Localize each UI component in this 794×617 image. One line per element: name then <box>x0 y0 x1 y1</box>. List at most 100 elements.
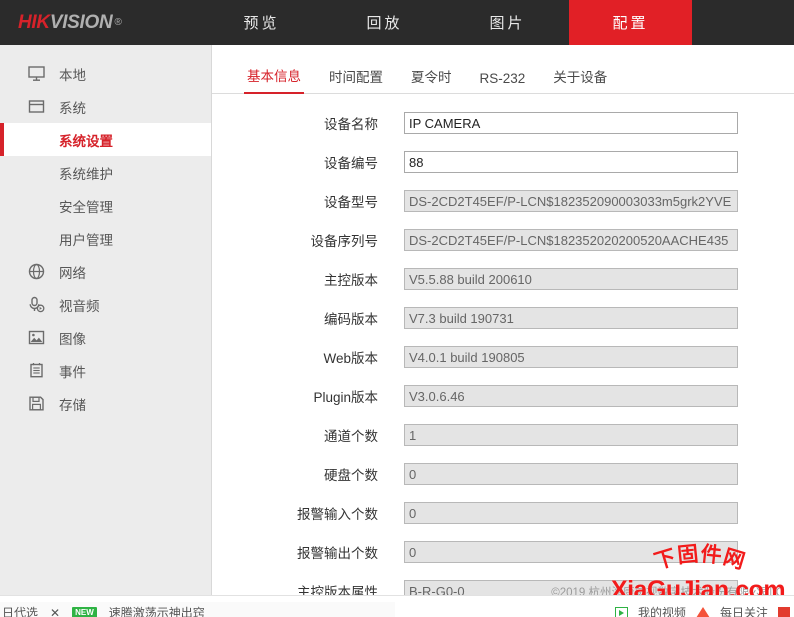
app-header: HIK VISION ® 预览 回放 图片 配置 <box>0 0 794 45</box>
window-icon <box>25 96 47 118</box>
sidebar-item-system-label: 系统 <box>59 100 86 116</box>
picture-icon <box>25 327 47 349</box>
notepad-icon <box>25 360 47 382</box>
bottom-strip-right: 我的视频 每日关注 <box>614 604 794 617</box>
label-alarm-out-count: 报警输出个数 <box>297 546 378 561</box>
content-panel: 基本信息 时间配置 夏令时 RS-232 关于设备 设备名称 设备编号 设备型号 <box>212 45 794 617</box>
basic-info-form: 设备名称 设备编号 设备型号 设备序列号 主控版本 <box>212 94 794 617</box>
form-row-hdd-count: 硬盘个数 <box>212 459 794 489</box>
tab-dst-label: 夏令时 <box>411 70 452 85</box>
device-name-input[interactable] <box>404 112 738 134</box>
sidebar-item-image[interactable]: 图像 <box>0 321 211 354</box>
red-square-icon[interactable] <box>778 606 790 617</box>
bottom-strip-left-text2[interactable]: 速腾激荡示神出窍 <box>109 604 205 617</box>
globe-icon <box>25 261 47 283</box>
bottom-strip-left: 日代选 ✕ NEW 速腾激荡示神出窍 <box>0 601 395 617</box>
label-plugin-version: Plugin版本 <box>313 390 378 405</box>
label-device-no: 设备编号 <box>324 156 378 171</box>
alarm-out-count-input <box>404 541 738 563</box>
sidebar-item-event-label: 事件 <box>59 364 86 380</box>
form-row-serial-number: 设备序列号 <box>212 225 794 255</box>
sidebar-item-network[interactable]: 网络 <box>0 255 211 288</box>
form-row-firmware-version: 主控版本 <box>212 264 794 294</box>
tab-basic-info-label: 基本信息 <box>247 69 301 84</box>
form-row-web-version: Web版本 <box>212 342 794 372</box>
device-no-input[interactable] <box>404 151 738 173</box>
web-version-input <box>404 346 738 368</box>
sidebar-item-storage-label: 存储 <box>59 397 86 413</box>
encoding-version-input <box>404 307 738 329</box>
sidebar-item-local[interactable]: 本地 <box>0 57 211 90</box>
my-videos-link[interactable]: 我的视频 <box>638 604 686 617</box>
plugin-version-input <box>404 385 738 407</box>
main-nav: 预览 回放 图片 配置 <box>200 0 794 45</box>
sidebar-item-local-label: 本地 <box>59 67 86 83</box>
label-serial-number: 设备序列号 <box>310 234 379 249</box>
sidebar-item-security-management-label: 安全管理 <box>59 199 113 215</box>
form-row-device-no: 设备编号 <box>212 147 794 177</box>
nav-tab-picture[interactable]: 图片 <box>446 0 569 45</box>
tab-basic-info[interactable]: 基本信息 <box>244 65 304 94</box>
logo-vision-text: VISION <box>49 11 113 33</box>
label-encoding-version: 编码版本 <box>324 312 378 327</box>
tab-dst[interactable]: 夏令时 <box>408 66 455 93</box>
form-row-plugin-version: Plugin版本 <box>212 381 794 411</box>
sidebar-nav: 本地 系统 系统设置 系统维护 安全管理 用户管理 网络 视音频 图像 事件 存… <box>0 45 212 617</box>
label-channel-count: 通道个数 <box>324 429 378 444</box>
sidebar-item-video-audio-label: 视音频 <box>59 298 100 314</box>
sidebar-item-security-management[interactable]: 安全管理 <box>0 189 211 222</box>
label-device-name: 设备名称 <box>324 117 378 132</box>
registered-trademark-icon: ® <box>114 17 122 28</box>
sidebar-item-system-maintenance-label: 系统维护 <box>59 166 113 182</box>
sidebar-item-video-audio[interactable]: 视音频 <box>0 288 211 321</box>
content-tabbar: 基本信息 时间配置 夏令时 RS-232 关于设备 <box>212 58 794 94</box>
label-alarm-in-count: 报警输入个数 <box>297 507 378 522</box>
sidebar-item-system-maintenance[interactable]: 系统维护 <box>0 156 211 189</box>
hdd-count-input <box>404 463 738 485</box>
browser-bottom-strip: 日代选 ✕ NEW 速腾激荡示神出窍 我的视频 每日关注 <box>0 595 794 617</box>
sidebar-item-system-settings-label: 系统设置 <box>59 133 113 149</box>
nav-tab-preview[interactable]: 预览 <box>200 0 323 45</box>
label-device-model: 设备型号 <box>324 195 378 210</box>
form-row-encoding-version: 编码版本 <box>212 303 794 333</box>
tab-rs232[interactable]: RS-232 <box>477 71 529 93</box>
form-row-alarm-in-count: 报警输入个数 <box>212 498 794 528</box>
nav-tab-picture-label: 图片 <box>489 15 526 32</box>
form-row-device-model: 设备型号 <box>212 186 794 216</box>
tab-rs232-label: RS-232 <box>479 71 526 86</box>
tab-about-device[interactable]: 关于设备 <box>550 66 610 93</box>
sidebar-item-network-label: 网络 <box>59 265 86 281</box>
firmware-version-input <box>404 268 738 290</box>
sidebar-item-image-label: 图像 <box>59 331 86 347</box>
sidebar-item-user-management-label: 用户管理 <box>59 232 113 248</box>
nav-tab-playback[interactable]: 回放 <box>323 0 446 45</box>
device-model-input <box>404 190 738 212</box>
form-row-device-name: 设备名称 <box>212 108 794 138</box>
nav-tab-preview-label: 预览 <box>243 15 280 32</box>
nav-tab-playback-label: 回放 <box>366 15 403 32</box>
bottom-strip-left-text[interactable]: 日代选 <box>2 604 38 617</box>
floppy-disk-icon <box>25 393 47 415</box>
daily-focus-link[interactable]: 每日关注 <box>720 604 768 617</box>
microphone-icon <box>25 294 47 316</box>
new-badge: NEW <box>72 607 97 617</box>
label-web-version: Web版本 <box>323 351 378 366</box>
sidebar-item-system[interactable]: 系统 <box>0 90 211 123</box>
hikvision-logo: HIK VISION ® <box>0 0 200 45</box>
monitor-icon <box>25 63 47 85</box>
sidebar-item-user-management[interactable]: 用户管理 <box>0 222 211 255</box>
sidebar-item-storage[interactable]: 存储 <box>0 387 211 420</box>
sidebar-item-system-settings[interactable]: 系统设置 <box>0 123 211 156</box>
sidebar-item-event[interactable]: 事件 <box>0 354 211 387</box>
logo-hik-text: HIK <box>18 11 50 33</box>
tab-time-settings[interactable]: 时间配置 <box>326 66 386 93</box>
nav-tab-configuration[interactable]: 配置 <box>569 0 692 45</box>
hikvision-web-client: HIK VISION ® 预览 回放 图片 配置 本地 系统 系统设置 系统维护… <box>0 0 794 617</box>
app-body: 本地 系统 系统设置 系统维护 安全管理 用户管理 网络 视音频 图像 事件 存… <box>0 45 794 617</box>
channel-count-input <box>404 424 738 446</box>
alarm-in-count-input <box>404 502 738 524</box>
form-row-alarm-out-count: 报警输出个数 <box>212 537 794 567</box>
tab-time-settings-label: 时间配置 <box>329 70 383 85</box>
close-icon[interactable]: ✕ <box>50 606 60 617</box>
label-hdd-count: 硬盘个数 <box>324 468 378 483</box>
